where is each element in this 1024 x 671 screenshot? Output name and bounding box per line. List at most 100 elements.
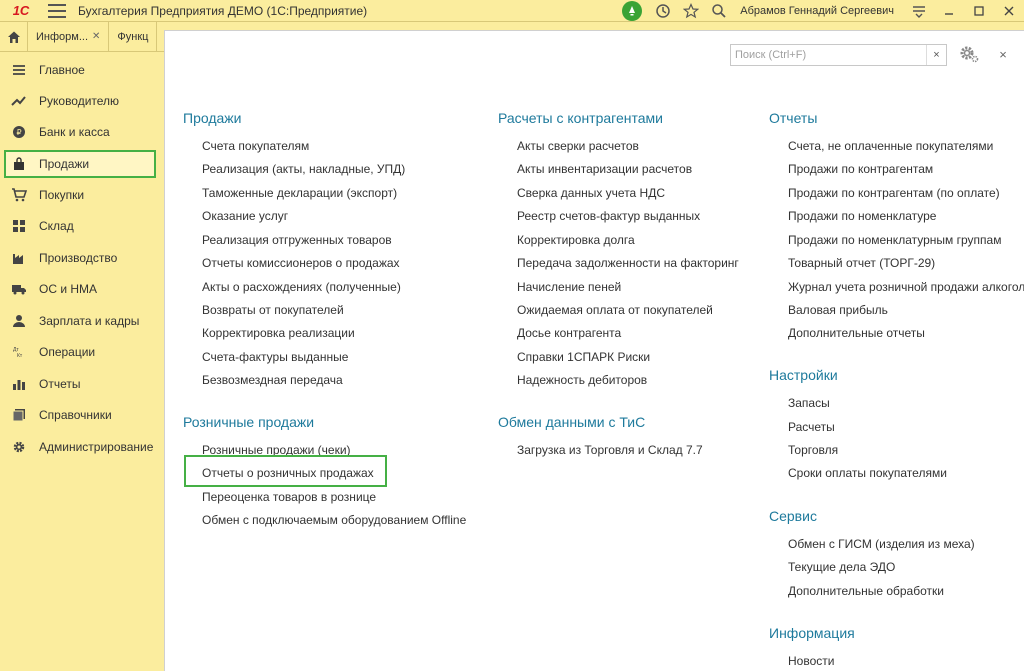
link-item[interactable]: Торговля [788,443,838,457]
maximize-icon[interactable] [964,0,994,22]
link-item[interactable]: Надежность дебиторов [517,373,647,387]
link-item[interactable]: Сверка данных учета НДС [517,186,665,200]
section-title-sales: Продажи [183,110,242,126]
sidebar-item-payroll[interactable]: Зарплата и кадры [0,308,164,334]
search-icon[interactable] [708,1,730,21]
person-icon [11,313,27,329]
link-item[interactable]: Продажи по номенклатуре [788,209,936,223]
tab-information[interactable]: Информ... ✕ [28,22,110,51]
sidebar-item-assets[interactable]: ОС и НМА [0,276,164,302]
link-item[interactable]: Дополнительные отчеты [788,326,925,340]
user-name[interactable]: Абрамов Геннадий Сергеевич [740,5,894,17]
sidebar-item-label: Справочники [39,408,112,422]
sidebar-item-label: ОС и НМА [39,282,98,296]
tab-label: Информ... [36,30,88,43]
link-item[interactable]: Сроки оплаты покупателями [788,466,947,480]
svg-text:Кт: Кт [17,353,23,359]
link-item[interactable]: Продажи по контрагентам [788,162,933,176]
main-menu-icon[interactable] [48,3,66,18]
title-bar: 1С Бухгалтерия Предприятия ДЕМО (1С:Пред… [0,0,1024,22]
link-item[interactable]: Счета, не оплаченные покупателями [788,139,993,153]
sidebar-item-label: Отчеты [39,377,81,391]
truck-icon [11,281,27,297]
link-item[interactable]: Отчеты комиссионеров о продажах [202,256,400,270]
link-item[interactable]: Ожидаемая оплата от покупателей [517,303,713,317]
sidebar-item-directories[interactable]: Справочники [0,402,164,428]
sidebar-item-label: Операции [39,345,96,359]
link-item[interactable]: Передача задолженности на факторинг [517,256,739,270]
factory-icon [11,250,27,266]
link-item[interactable]: Продажи по номенклатурным группам [788,233,1001,247]
link-item[interactable]: Реализация (акты, накладные, УПД) [202,162,405,176]
gear-icon [11,439,27,455]
link-item[interactable]: Новости [788,654,834,668]
link-item[interactable]: Акты сверки расчетов [517,139,639,153]
link-item[interactable]: Возвраты от покупателей [202,303,344,317]
link-item[interactable]: Счета-фактуры выданные [202,350,348,364]
sidebar: Главное Руководителю ₽ Банк и касса Прод… [0,53,164,671]
link-item[interactable]: Обмен с ГИСМ (изделия из меха) [788,537,975,551]
notifications-bell-icon[interactable] [622,1,643,21]
link-item[interactable]: Начисление пеней [517,280,621,294]
sidebar-item-purchases[interactable]: Покупки [0,182,164,208]
clear-search-icon[interactable]: × [926,45,946,65]
bag-icon [11,156,27,172]
sidebar-item-main[interactable]: Главное [0,57,164,83]
minimize-icon[interactable] [934,0,964,22]
favorites-star-icon[interactable] [680,1,702,21]
link-retail-reports[interactable]: Отчеты о розничных продажах [202,466,374,480]
link-item[interactable]: Акты о расхождениях (полученные) [202,280,401,294]
link-item[interactable]: Текущие дела ЭДО [788,560,895,574]
home-icon[interactable] [0,22,28,51]
tab-functions[interactable]: Функц [109,22,158,51]
link-item[interactable]: Дополнительные обработки [788,584,944,598]
link-item[interactable]: Безвозмездная передача [202,373,343,387]
panel-settings-gear-icon[interactable] [957,43,981,65]
link-item[interactable]: Загрузка из Торговля и Склад 7.7 [517,443,703,457]
section-title-info: Информация [769,625,855,641]
link-item[interactable]: Акты инвентаризации расчетов [517,162,692,176]
link-item[interactable]: Справки 1СПАРК Риски [517,350,650,364]
books-icon [11,407,27,423]
sidebar-item-admin[interactable]: Администрирование [0,434,164,460]
link-item[interactable]: Журнал учета розничной продажи алкоголь [788,280,1024,294]
search-input[interactable] [731,45,926,65]
history-icon[interactable] [652,1,674,21]
dt-kt-icon: Дт Кт [11,344,27,360]
link-item[interactable]: Продажи по контрагентам (по оплате) [788,186,1000,200]
close-window-icon[interactable] [994,0,1024,22]
sidebar-item-bank[interactable]: ₽ Банк и касса [0,119,164,145]
svg-text:₽: ₽ [16,128,21,137]
settings-menu-icon[interactable] [904,0,934,22]
link-item[interactable]: Таможенные декларации (экспорт) [202,186,397,200]
link-item[interactable]: Счета покупателям [202,139,309,153]
bars-icon [11,376,27,392]
link-item[interactable]: Запасы [788,396,830,410]
close-tab-icon[interactable]: ✕ [92,31,100,42]
link-item[interactable]: Реестр счетов-фактур выданных [517,209,700,223]
section-title-reports: Отчеты [769,110,818,126]
link-item[interactable]: Валовая прибыль [788,303,888,317]
search-box: × [730,44,947,66]
link-item[interactable]: Расчеты [788,420,835,434]
link-item[interactable]: Реализация отгруженных товаров [202,233,392,247]
trend-icon [11,93,27,109]
sidebar-item-operations[interactable]: Дт Кт Операции [0,339,164,365]
sidebar-item-label: Руководителю [39,94,120,108]
link-item[interactable]: Корректировка реализации [202,326,355,340]
link-item[interactable]: Обмен с подключаемым оборудованием Offli… [202,513,466,527]
link-item[interactable]: Досье контрагента [517,326,621,340]
link-item[interactable]: Корректировка долга [517,233,635,247]
sidebar-item-label: Банк и касса [39,125,110,139]
close-panel-icon[interactable]: × [994,45,1012,63]
link-item[interactable]: Товарный отчет (ТОРГ-29) [788,256,935,270]
sidebar-item-manager[interactable]: Руководителю [0,88,164,114]
sidebar-item-production[interactable]: Производство [0,245,164,271]
link-item[interactable]: Оказание услуг [202,209,288,223]
cart-icon [11,187,27,203]
grid-icon [11,218,27,234]
sidebar-item-sales[interactable]: Продажи [0,151,164,177]
link-item[interactable]: Переоценка товаров в рознице [202,490,376,504]
sidebar-item-reports[interactable]: Отчеты [0,371,164,397]
sidebar-item-warehouse[interactable]: Склад [0,213,164,239]
